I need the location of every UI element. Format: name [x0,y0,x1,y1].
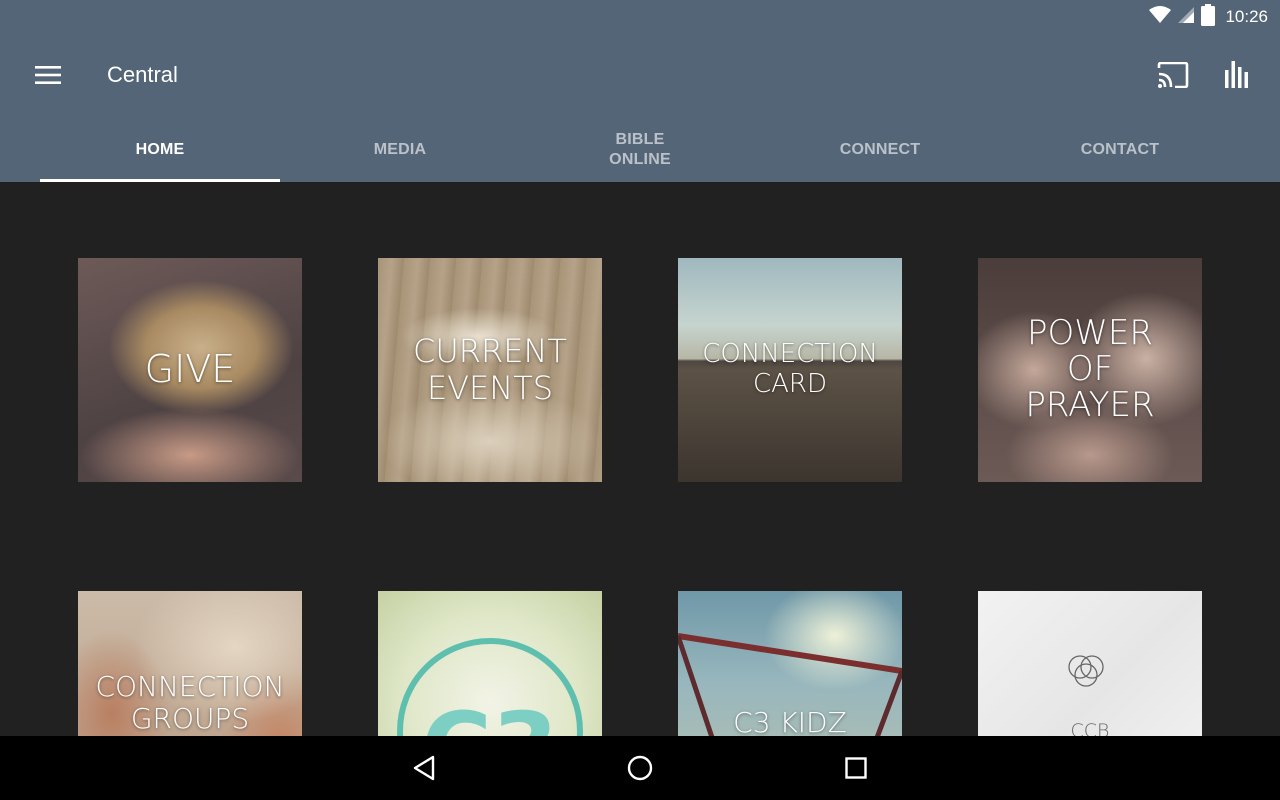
app-header: 10:26 Central HOME MEDIA BIBLE ONLINE CO… [0,0,1280,182]
toolbar: Central [0,34,1280,118]
tile-give[interactable]: GIVE [78,258,302,482]
tab-label: BIBLE ONLINE [609,131,671,168]
tile-connection-groups[interactable]: CONNECTION GROUPS [78,591,302,736]
tile-label: CURRENT EVENTS [413,332,567,407]
status-time: 10:26 [1225,7,1268,26]
tile-c3-kidz[interactable]: C3 KIDZ [678,591,902,736]
tab-connect[interactable]: CONNECT [760,118,1000,182]
system-navbar [0,736,1280,800]
home-circle-icon[interactable] [622,750,658,786]
tile-label: C3 [421,692,558,736]
app-title: Central [107,62,178,87]
tile-power-of-prayer[interactable]: POWER OF PRAYER [978,258,1202,482]
tab-contact[interactable]: CONTACT [1000,118,1240,182]
home-tile-grid: GIVE CURRENT EVENTS CONNECTION CARD POWE… [0,182,1280,736]
hamburger-menu-icon[interactable] [30,60,66,90]
tab-label: HOME [135,141,185,158]
tab-bible-online[interactable]: BIBLE ONLINE [520,118,760,182]
ccb-rings-icon [1068,655,1104,687]
tile-label: CONNECTION CARD [702,339,878,399]
tile-label: CCB LOG IN [1070,720,1110,736]
tab-label: CONNECT [839,141,921,158]
tile-current-events[interactable]: CURRENT EVENTS [378,258,602,482]
recents-square-icon[interactable] [838,750,874,786]
status-bar: 10:26 [0,0,1280,34]
cell-signal-icon [1177,6,1195,29]
tile-connection-card[interactable]: CONNECTION CARD [678,258,902,482]
back-triangle-icon[interactable] [406,750,442,786]
tile-c3[interactable]: C3 [378,591,602,736]
cast-icon[interactable] [1156,60,1190,90]
tab-home[interactable]: HOME [40,118,280,182]
tab-label: MEDIA [373,141,427,158]
tab-label: CONTACT [1080,141,1160,158]
tab-bar: HOME MEDIA BIBLE ONLINE CONNECT CONTACT [40,118,1240,182]
tile-label: CONNECTION GROUPS [95,669,285,735]
tile-ccb-log-in[interactable]: CCB LOG IN [978,591,1202,736]
bar-chart-icon[interactable] [1220,58,1254,90]
tile-label: C3 KIDZ [733,705,847,736]
tile-label: POWER OF PRAYER [1025,313,1155,425]
status-icons: 10:26 [1149,3,1268,31]
tab-media[interactable]: MEDIA [280,118,520,182]
battery-icon [1201,3,1216,31]
wifi-icon [1149,5,1172,29]
tile-label: GIVE [144,347,236,392]
